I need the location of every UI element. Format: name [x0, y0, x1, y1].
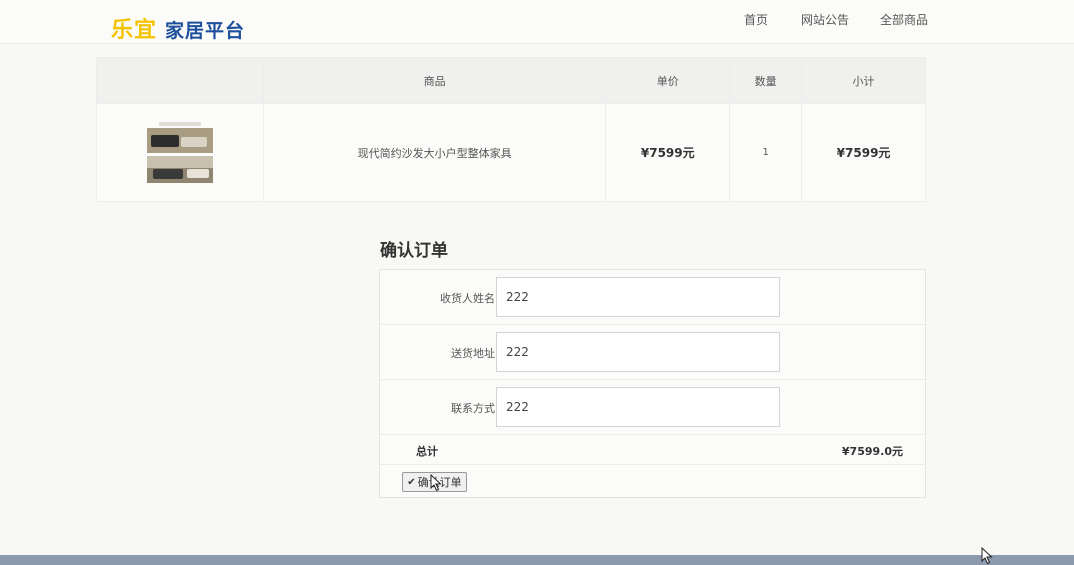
order-form: 收货人姓名 送货地址 联系方式 总计 ¥7599.0元 ✔ 确认订单 [379, 269, 926, 498]
mouse-cursor-icon [981, 547, 993, 565]
recipient-name-label: 收货人姓名 [440, 292, 495, 305]
form-row-contact: 联系方式 [380, 380, 925, 435]
table-row: 现代简约沙发大小户型整体家具 ¥7599元 1 ¥7599元 [96, 103, 926, 202]
check-icon: ✔ [407, 476, 416, 488]
site-logo[interactable]: 乐宜 家居平台 [111, 12, 246, 43]
cart-table: 商品 单价 数量 小计 现代简约沙发大小户型整体家具 ¥7599元 1 ¥759… [96, 57, 926, 202]
address-label: 送货地址 [451, 347, 495, 360]
total-value: ¥7599.0元 [841, 445, 903, 458]
nav-home-link[interactable]: 首页 [744, 11, 768, 28]
footer-bar [0, 555, 1074, 565]
nav-all-products-link[interactable]: 全部商品 [880, 11, 928, 28]
col-header-subtotal: 小计 [801, 57, 926, 104]
nav-notice-link[interactable]: 网站公告 [801, 11, 849, 28]
subtotal: ¥7599元 [801, 103, 926, 202]
cart-header-row: 商品 单价 数量 小计 [96, 57, 926, 104]
col-header-quantity: 数量 [729, 57, 803, 104]
total-row: 总计 ¥7599.0元 [380, 434, 925, 465]
quantity: 1 [729, 103, 803, 202]
col-header-product: 商品 [262, 57, 607, 104]
product-thumbnail-cell [96, 103, 264, 202]
form-row-address: 送货地址 [380, 325, 925, 380]
total-label: 总计 [416, 445, 438, 458]
logo-brand: 乐宜 [111, 18, 158, 43]
col-header-image [96, 57, 264, 104]
form-row-recipient: 收货人姓名 [380, 270, 925, 325]
product-name[interactable]: 现代简约沙发大小户型整体家具 [262, 103, 607, 202]
product-thumbnail[interactable] [144, 120, 215, 185]
site-header: 乐宜 家居平台 首页 网站公告 全部商品 [0, 0, 1074, 44]
recipient-name-input[interactable] [496, 277, 780, 317]
col-header-unit-price: 单价 [605, 57, 731, 104]
contact-label: 联系方式 [451, 402, 495, 415]
address-input[interactable] [496, 332, 780, 372]
unit-price: ¥7599元 [605, 103, 731, 202]
mouse-cursor-icon [430, 474, 442, 492]
contact-input[interactable] [496, 387, 780, 427]
logo-subtitle: 家居平台 [165, 20, 246, 42]
confirm-order-title: 确认订单 [380, 241, 448, 261]
